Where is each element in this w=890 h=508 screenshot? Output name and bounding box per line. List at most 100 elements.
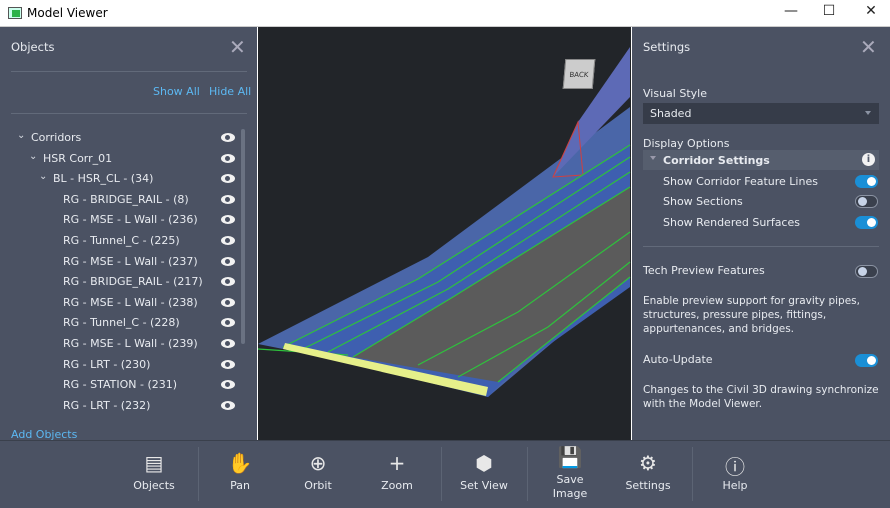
eye-icon[interactable] <box>221 215 235 225</box>
tree-item-label: RG - MSE - L Wall - (237) <box>63 254 198 268</box>
gear-icon: ⚙ <box>639 451 657 475</box>
eye-icon[interactable] <box>221 277 235 287</box>
chevron-down-icon[interactable]: ⌄ <box>17 130 25 141</box>
tree-item-label: RG - LRT - (230) <box>63 357 151 371</box>
toolbar-label: Objects <box>133 479 175 492</box>
orbit-button[interactable]: ⊕ Orbit <box>278 441 358 507</box>
tree-item[interactable]: RG - MSE - L Wall - (239) <box>0 334 245 354</box>
toolbar-label: Set View <box>460 479 508 492</box>
minimize-button[interactable]: — <box>776 3 806 23</box>
tree-item[interactable]: RG - STATION - (231) <box>0 375 245 395</box>
tree-item[interactable]: RG - Tunnel_C - (228) <box>0 313 245 333</box>
viewcube[interactable]: BACK <box>562 59 596 89</box>
eye-icon[interactable] <box>221 133 235 142</box>
eye-icon[interactable] <box>221 174 235 184</box>
divider <box>11 113 247 114</box>
toolbar-separator <box>527 447 528 501</box>
tree-item-label: RG - LRT - (232) <box>63 398 151 412</box>
chevron-down-icon[interactable]: ⌄ <box>29 151 37 162</box>
sections-toggle[interactable] <box>855 195 878 208</box>
objects-panel: Objects ✕ Show All Hide All ⌄ Corridors ⌄ H… <box>0 27 257 441</box>
chevron-down-icon[interactable]: ⌄ <box>39 171 47 182</box>
tree-item-label: RG - Tunnel_C - (225) <box>63 234 180 247</box>
feature-lines-toggle[interactable] <box>855 175 878 188</box>
tree-item[interactable]: RG - MSE - L Wall - (236) <box>0 210 245 230</box>
tree-item[interactable]: RG - MSE - L Wall - (237) <box>0 252 245 272</box>
objects-title: Objects <box>11 40 55 54</box>
objects-button[interactable]: ▤ Objects <box>114 441 194 507</box>
tree-item[interactable]: RG - MSE - L Wall - (238) <box>0 293 245 313</box>
close-objects-icon[interactable]: ✕ <box>229 35 246 59</box>
window-title: Model Viewer <box>27 6 108 20</box>
divider <box>643 246 879 247</box>
option-rendered-surfaces-label: Show Rendered Surfaces <box>663 216 800 229</box>
auto-update-label: Auto-Update <box>643 353 713 366</box>
maximize-button[interactable]: ☐ <box>814 3 844 23</box>
show-all-link[interactable]: Show All <box>153 85 200 98</box>
settings-panel: Settings ✕ Visual Style Shaded Display O… <box>632 27 890 440</box>
tree-item-label: Corridors <box>31 131 82 144</box>
help-icon: ⓘ <box>725 455 745 479</box>
zoom-icon: + <box>388 451 406 475</box>
toolbar-label: Settings <box>625 479 671 492</box>
tree-item-label: RG - STATION - (231) <box>63 378 178 392</box>
settings-button[interactable]: ⚙ Settings <box>608 441 688 507</box>
eye-icon[interactable] <box>221 194 235 204</box>
info-icon[interactable]: i <box>862 153 875 166</box>
tree-item[interactable]: RG - LRT - (230) <box>0 355 245 375</box>
help-button[interactable]: ⓘ Help <box>695 441 775 507</box>
tree-item[interactable]: ⌄ Corridors <box>0 128 245 148</box>
tree-item-label: RG - BRIDGE_RAIL - (217) <box>63 275 203 289</box>
toolbar-label: Pan <box>230 479 250 492</box>
auto-update-desc: Changes to the Civil 3D drawing synchron… <box>643 384 879 410</box>
eye-icon[interactable] <box>221 400 235 410</box>
3d-viewport[interactable]: BACK <box>258 27 631 440</box>
tree-scrollbar[interactable] <box>241 129 245 344</box>
eye-icon[interactable] <box>221 339 235 348</box>
tree-item[interactable]: RG - LRT - (232) <box>0 396 245 416</box>
auto-update-toggle[interactable] <box>855 354 878 367</box>
eye-icon[interactable] <box>221 236 235 245</box>
hide-all-link[interactable]: Hide All <box>209 85 251 98</box>
orbit-icon: ⊕ <box>309 451 327 475</box>
eye-icon[interactable] <box>221 153 235 163</box>
tree-item[interactable]: RG - BRIDGE_RAIL - (8) <box>0 190 245 210</box>
tree-item-label: RG - MSE - L Wall - (238) <box>63 295 198 309</box>
close-window-button[interactable]: ✕ <box>856 3 886 23</box>
divider <box>11 71 247 72</box>
visual-style-label: Visual Style <box>643 87 707 100</box>
objects-icon: ▤ <box>144 451 164 475</box>
collapse-icon <box>650 156 656 160</box>
corridor-settings-label: Corridor Settings <box>663 154 770 167</box>
save-image-button[interactable]: 💾 Save Image <box>530 441 610 507</box>
eye-icon[interactable] <box>221 318 235 328</box>
close-settings-icon[interactable]: ✕ <box>860 35 877 59</box>
eye-icon[interactable] <box>221 359 235 369</box>
hand-icon: ✋ <box>227 451 253 475</box>
tree-item[interactable]: RG - Tunnel_C - (225) <box>0 231 245 251</box>
eye-icon[interactable] <box>221 297 235 307</box>
set-view-button[interactable]: ⬢ Set View <box>444 441 524 507</box>
visual-style-value: Shaded <box>650 107 692 120</box>
display-options-label: Display Options <box>643 137 730 150</box>
toolbar-label: Save Image <box>552 473 588 500</box>
toolbar-label: Help <box>722 479 748 492</box>
corridor-settings-group[interactable]: Corridor Settings i <box>643 150 879 170</box>
zoom-button[interactable]: + Zoom <box>357 441 437 507</box>
tree-item[interactable]: ⌄ HSR Corr_01 <box>0 149 245 169</box>
tree-item[interactable]: ⌄ BL - HSR_CL - (34) <box>0 169 245 189</box>
toolbar-separator <box>198 447 199 501</box>
option-feature-lines-label: Show Corridor Feature Lines <box>663 175 818 188</box>
eye-icon[interactable] <box>221 380 235 390</box>
rendered-surfaces-toggle[interactable] <box>855 216 878 229</box>
tree-item[interactable]: RG - BRIDGE_RAIL - (217) <box>0 272 245 292</box>
pan-button[interactable]: ✋ Pan <box>200 441 280 507</box>
viewcube-face: BACK <box>569 71 589 79</box>
tree-item-label: BL - HSR_CL - (34) <box>53 172 154 186</box>
bottom-toolbar: ▤ Objects ✋ Pan ⊕ Orbit + Zoom ⬢ Set View 💾 Save Im… <box>0 440 890 508</box>
visual-style-dropdown[interactable]: Shaded <box>643 103 879 124</box>
option-sections-label: Show Sections <box>663 195 743 208</box>
eye-icon[interactable] <box>221 256 235 266</box>
set-view-icon: ⬢ <box>475 451 493 475</box>
tech-preview-toggle[interactable] <box>855 265 878 278</box>
